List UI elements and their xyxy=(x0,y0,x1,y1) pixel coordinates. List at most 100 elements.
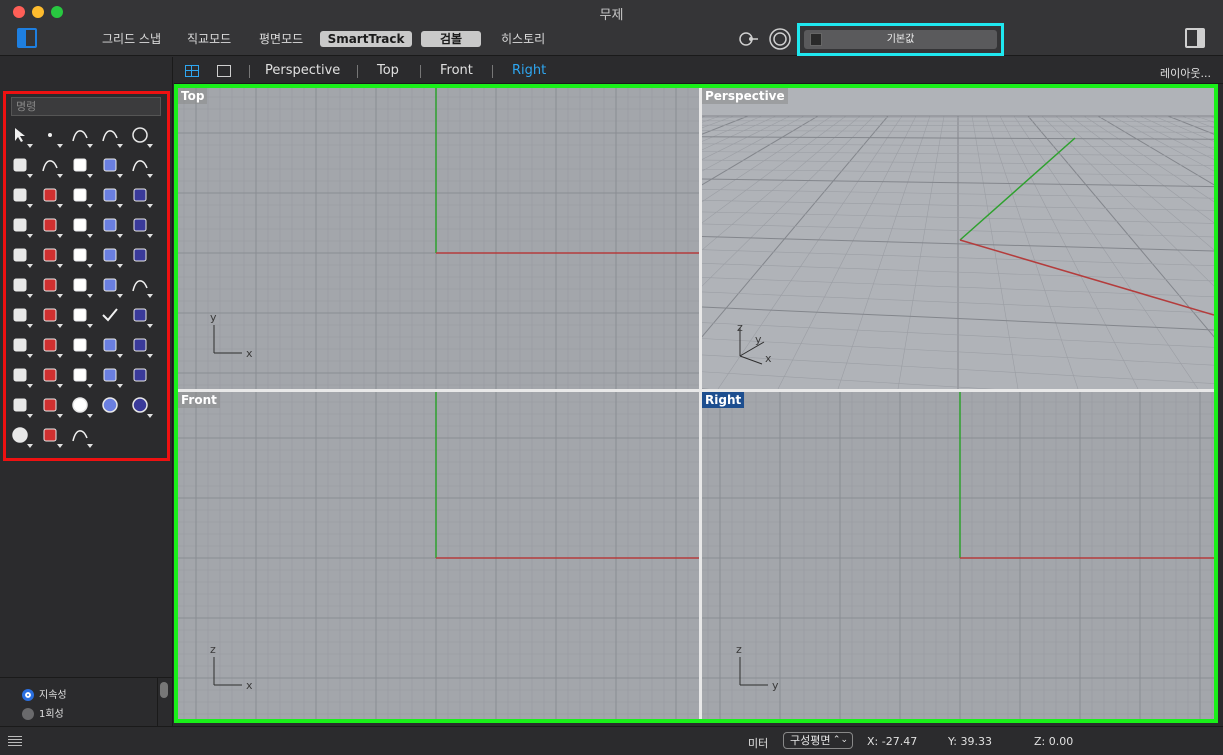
sidebar-toggle-icon[interactable] xyxy=(17,28,37,48)
rectangle-icon[interactable] xyxy=(69,154,93,178)
option-persistent[interactable]: 지속성 xyxy=(22,686,67,701)
axis-label-h: y xyxy=(772,679,779,692)
points-cloud-icon[interactable] xyxy=(39,244,63,268)
command-input[interactable]: 명령 xyxy=(11,97,161,116)
viewport-label-perspective[interactable]: Perspective xyxy=(702,88,788,104)
boolean-union-icon[interactable] xyxy=(99,184,123,208)
fillet-edge-icon[interactable] xyxy=(69,244,93,268)
circle-icon[interactable] xyxy=(129,124,153,148)
lock-icon[interactable] xyxy=(9,394,33,418)
array-icon[interactable] xyxy=(39,274,63,298)
cage-edit-icon[interactable] xyxy=(129,304,153,328)
named-position-icon[interactable] xyxy=(99,364,123,388)
layout-button[interactable]: 레이아웃... xyxy=(1160,65,1211,81)
mirror-icon[interactable] xyxy=(69,274,93,298)
viewports-highlight: xy Top xyz Perspective xz Front yz Right xyxy=(174,84,1218,723)
sphere-white-icon[interactable] xyxy=(99,394,123,418)
option-once[interactable]: 1회성 xyxy=(22,705,64,720)
radio-selected-icon[interactable] xyxy=(22,689,34,701)
viewport-label-front[interactable]: Front xyxy=(178,392,220,408)
cplane-dropdown[interactable]: 구성평면 ⌃⌄ xyxy=(783,732,853,749)
grid-snap-button[interactable]: 그리드 스냅 xyxy=(98,31,165,47)
zoom-window-icon[interactable] xyxy=(69,334,93,358)
tab-front[interactable]: Front xyxy=(440,63,473,78)
polygon-icon[interactable] xyxy=(99,154,123,178)
cylinder-icon[interactable] xyxy=(129,184,153,208)
flyout-arrow-icon xyxy=(147,144,153,148)
curve-icon[interactable] xyxy=(99,124,123,148)
flyout-arrow-icon xyxy=(147,414,153,418)
dimension-icon[interactable] xyxy=(129,274,153,298)
surface-from-points-icon[interactable] xyxy=(9,184,33,208)
select-arrow-icon[interactable] xyxy=(9,124,33,148)
zoom-selected-icon[interactable] xyxy=(129,334,153,358)
zoom-extents-icon[interactable] xyxy=(99,334,123,358)
explode-icon[interactable] xyxy=(39,214,63,238)
box-icon[interactable] xyxy=(69,184,93,208)
zoom-icon[interactable] xyxy=(39,334,63,358)
arc-icon[interactable] xyxy=(39,154,63,178)
color-wheel-icon[interactable] xyxy=(69,394,93,418)
history-button[interactable]: 히스토리 xyxy=(497,31,549,47)
sphere-blue-icon[interactable] xyxy=(9,424,33,448)
flyout-arrow-icon xyxy=(87,444,93,448)
polyline-icon[interactable] xyxy=(69,124,93,148)
check-icon[interactable] xyxy=(99,304,123,328)
offset-icon[interactable] xyxy=(99,244,123,268)
window-title: 무제 xyxy=(599,8,624,23)
single-view-layout-icon[interactable] xyxy=(217,65,231,77)
flyout-arrow-icon xyxy=(57,144,63,148)
trim-icon[interactable] xyxy=(99,214,123,238)
bounding-box-icon[interactable] xyxy=(99,274,123,298)
tab-top[interactable]: Top xyxy=(377,63,399,78)
osnap-icon[interactable] xyxy=(739,29,759,49)
spotlight-icon[interactable] xyxy=(39,424,63,448)
surface-patch-icon[interactable] xyxy=(9,214,33,238)
point-icon[interactable] xyxy=(39,124,63,148)
rotate-view-icon[interactable] xyxy=(9,364,33,388)
viewport-perspective[interactable]: xyz Perspective xyxy=(702,88,1214,389)
smarttrack-button[interactable]: SmartTrack xyxy=(320,31,412,47)
flyout-arrow-icon xyxy=(57,264,63,268)
layer-dropdown[interactable]: 기본값 xyxy=(804,30,997,49)
current-layer-label: 기본값 xyxy=(886,34,915,45)
gumball-button[interactable]: 검볼 xyxy=(421,31,481,47)
viewport-front[interactable]: xz Front xyxy=(178,392,699,719)
four-view-layout-icon[interactable] xyxy=(185,65,199,77)
viewport-label-right[interactable]: Right xyxy=(702,392,745,408)
viewport-top[interactable]: xy Top xyxy=(178,88,699,389)
layer-stack-icon[interactable] xyxy=(39,394,63,418)
plane-icon[interactable] xyxy=(69,364,93,388)
grid-icon[interactable] xyxy=(9,304,33,328)
units-label: 미터 xyxy=(748,737,769,750)
flyout-arrow-icon xyxy=(87,204,93,208)
gumball-toggle-icon[interactable] xyxy=(769,28,791,50)
split-icon[interactable] xyxy=(69,214,93,238)
fillet-curve-icon[interactable] xyxy=(129,154,153,178)
viewport-right[interactable]: yz Right xyxy=(702,392,1214,719)
flyout-arrow-icon xyxy=(117,384,123,388)
viewport-label-top[interactable]: Top xyxy=(178,88,208,104)
move-icon[interactable] xyxy=(9,274,33,298)
flyout-arrow-icon xyxy=(87,414,93,418)
right-panel-toggle-icon[interactable] xyxy=(1185,28,1205,48)
text-icon[interactable] xyxy=(129,244,153,268)
group-icon[interactable] xyxy=(9,244,33,268)
tab-perspective[interactable]: Perspective xyxy=(265,63,340,78)
dimension-tool-icon[interactable] xyxy=(69,424,93,448)
light-icon[interactable] xyxy=(129,364,153,388)
properties-icon[interactable] xyxy=(69,304,93,328)
menu-icon[interactable] xyxy=(8,736,22,746)
revolve-surface-icon[interactable] xyxy=(39,184,63,208)
gumball-icon[interactable] xyxy=(9,334,33,358)
options-scrollbar[interactable] xyxy=(160,682,168,698)
tab-right[interactable]: Right xyxy=(512,63,546,78)
ground-plane-icon[interactable] xyxy=(129,394,153,418)
car-icon[interactable] xyxy=(39,364,63,388)
ellipse-icon[interactable] xyxy=(9,154,33,178)
layer-icon[interactable] xyxy=(39,304,63,328)
radio-unselected-icon[interactable] xyxy=(22,708,34,720)
planar-button[interactable]: 평면모드 xyxy=(255,31,307,47)
extend-icon[interactable] xyxy=(129,214,153,238)
ortho-button[interactable]: 직교모드 xyxy=(183,31,235,47)
